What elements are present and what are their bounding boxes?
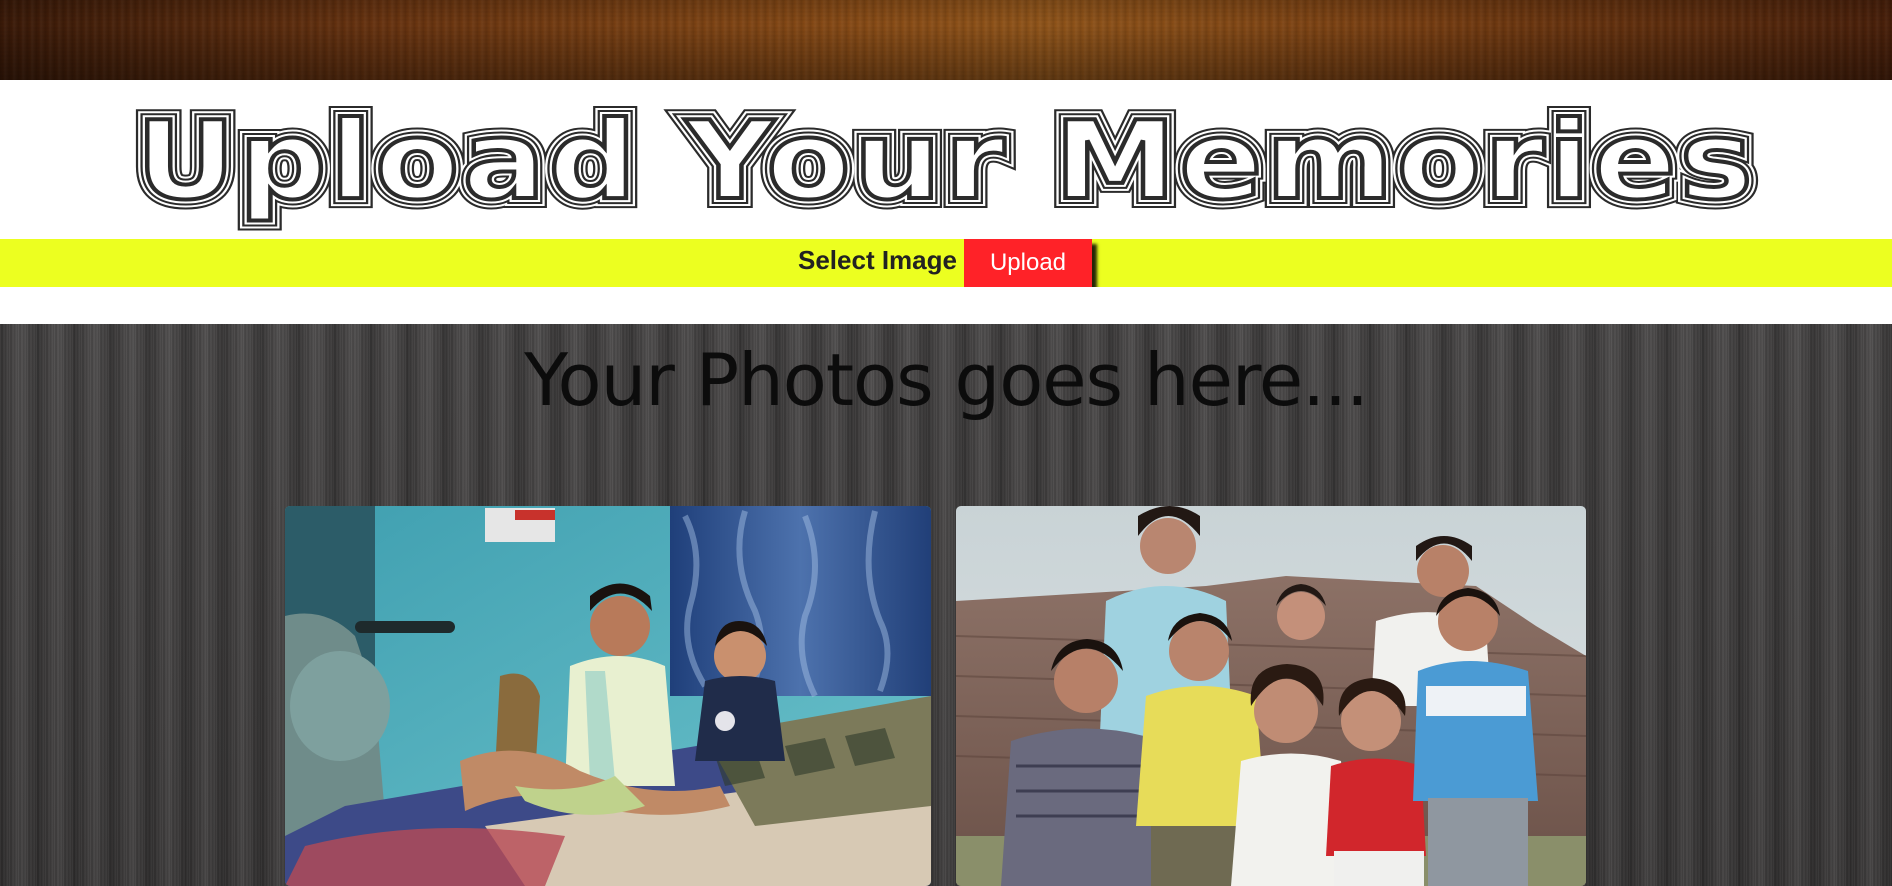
select-image-label[interactable]: Select Image <box>798 245 957 276</box>
page-title-graphic: Upload Your Memories Upload Your Memorie… <box>126 89 1763 234</box>
group-of-children-photo[interactable] <box>956 506 1586 886</box>
upload-form: Select Image Upload <box>798 239 1092 287</box>
page-title-text: Upload Your Memories <box>136 99 1756 224</box>
wood-banner <box>0 0 1892 80</box>
page-title: Upload Your Memories Upload Your Memorie… <box>0 80 1892 239</box>
photo-gallery: Your Photos goes here... <box>0 324 1892 886</box>
upload-bar: Select Image Upload <box>0 239 1892 287</box>
group-of-children-image <box>956 506 1586 886</box>
children-on-bed-photo[interactable] <box>285 506 931 886</box>
upload-button[interactable]: Upload <box>963 239 1092 287</box>
spacer <box>0 287 1892 324</box>
gallery-heading: Your Photos goes here... <box>524 338 1369 422</box>
children-on-bed-image <box>285 506 931 886</box>
